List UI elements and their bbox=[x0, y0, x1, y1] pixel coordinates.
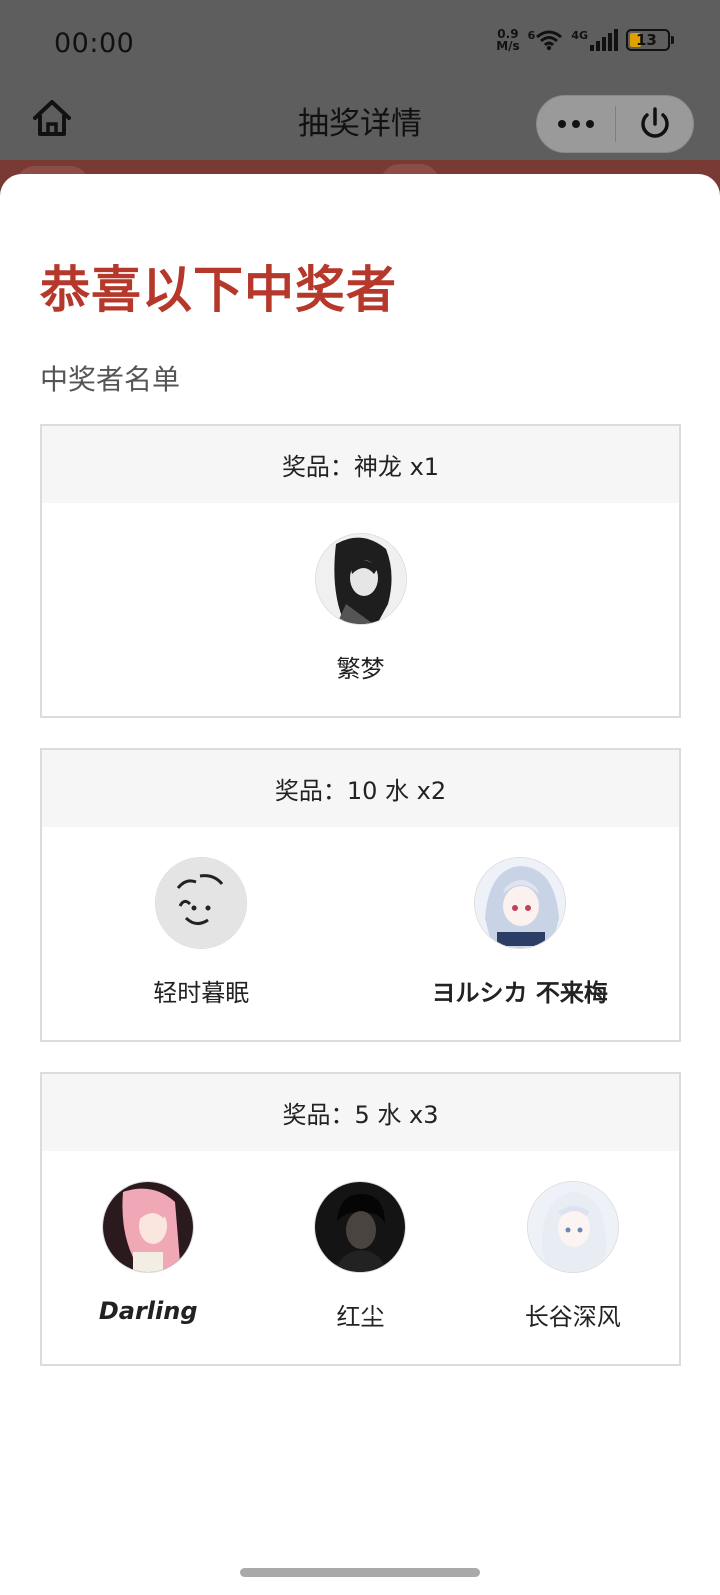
nav-bar: 抽奖详情 bbox=[0, 88, 720, 160]
winner-item[interactable]: 长谷深风 bbox=[467, 1181, 679, 1332]
winner-name: 红尘 bbox=[336, 1303, 385, 1331]
prize-label: 奖品：神龙 x1 bbox=[42, 426, 679, 503]
winner-name: 轻时暮眠 bbox=[153, 979, 250, 1007]
winner-name: 繁梦 bbox=[336, 655, 385, 683]
winner-item[interactable]: 轻时暮眠 bbox=[91, 857, 311, 1008]
winner-name: Darling bbox=[98, 1297, 198, 1325]
avatar bbox=[155, 857, 248, 949]
prize-card: 奖品：10 水 x2 轻时暮眠 ヨルシカ 不来梅 bbox=[40, 748, 681, 1042]
mini-program-capsule bbox=[536, 95, 694, 153]
winner-item[interactable]: ヨルシカ 不来梅 bbox=[410, 857, 630, 1008]
winners-list-title: 中奖者名单 bbox=[40, 363, 181, 396]
prize-label: 奖品：5 水 x3 bbox=[42, 1074, 679, 1151]
battery-icon: 13 bbox=[626, 29, 674, 51]
more-dots-icon[interactable] bbox=[537, 96, 615, 152]
avatar bbox=[314, 533, 407, 625]
home-indicator[interactable] bbox=[240, 1568, 480, 1577]
power-icon[interactable] bbox=[616, 96, 693, 152]
winner-item[interactable]: Darling bbox=[42, 1181, 254, 1325]
winner-list: Darling 红尘 长谷深风 bbox=[42, 1151, 679, 1332]
winner-name: ヨルシカ 不来梅 bbox=[431, 979, 608, 1007]
prize-card: 奖品：神龙 x1 繁梦 bbox=[40, 424, 681, 718]
avatar bbox=[314, 1181, 407, 1273]
winner-list: 繁梦 bbox=[42, 503, 679, 684]
cellular-icon: 4G bbox=[571, 29, 618, 51]
home-icon[interactable] bbox=[30, 96, 74, 140]
status-indicators: 0.9 M/s 6 4G 13 bbox=[496, 27, 674, 53]
wifi-icon: 6 bbox=[528, 29, 564, 51]
congrats-headline: 恭喜以下中奖者 bbox=[40, 260, 397, 319]
prize-card: 奖品：5 水 x3 Darling 红尘 长谷深风 bbox=[40, 1072, 681, 1366]
winner-name: 长谷深风 bbox=[524, 1303, 621, 1331]
winner-item[interactable]: 繁梦 bbox=[251, 533, 471, 684]
avatar bbox=[473, 857, 566, 949]
prize-label: 奖品：10 水 x2 bbox=[42, 750, 679, 827]
winner-list: 轻时暮眠 ヨルシカ 不来梅 bbox=[42, 827, 679, 1008]
status-bar: 00:00 0.9 M/s 6 4G 13 bbox=[0, 0, 720, 88]
avatar bbox=[102, 1181, 195, 1273]
status-time: 00:00 bbox=[54, 28, 135, 59]
network-speed: 0.9 M/s bbox=[496, 27, 520, 53]
avatar bbox=[526, 1181, 619, 1273]
winners-sheet: 恭喜以下中奖者 中奖者名单 奖品：神龙 x1 繁梦 奖品：10 水 x2 轻时暮… bbox=[0, 174, 720, 1595]
winner-item[interactable]: 红尘 bbox=[254, 1181, 466, 1332]
